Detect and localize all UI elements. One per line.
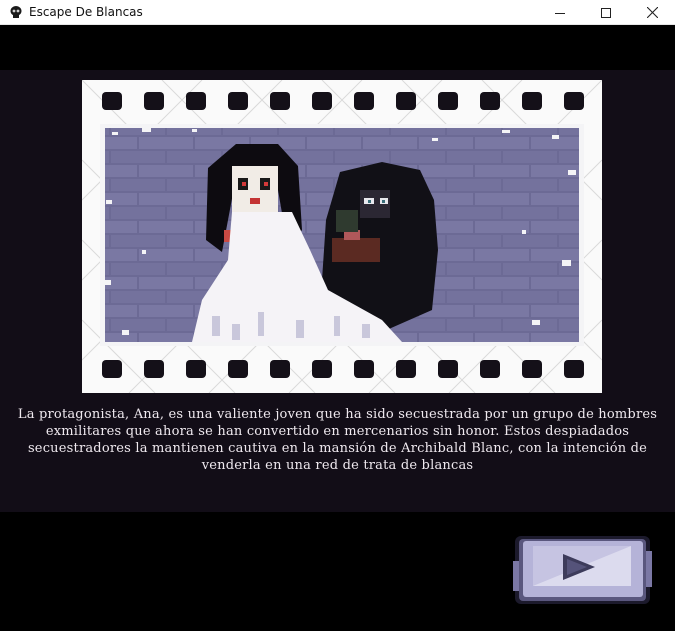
next-button[interactable] <box>511 533 654 607</box>
story-panel: La protagonista, Ana, es una valiente jo… <box>0 70 675 512</box>
game-canvas: La protagonista, Ana, es una valiente jo… <box>0 26 675 631</box>
film-holes-bottom <box>102 360 584 378</box>
window-controls <box>537 0 675 25</box>
story-text: La protagonista, Ana, es una valiente jo… <box>17 407 658 473</box>
window-titlebar: Escape De Blancas <box>0 0 675 25</box>
close-button[interactable] <box>629 0 675 25</box>
play-arrow-icon <box>513 536 652 604</box>
minimize-icon <box>555 12 565 14</box>
skull-app-icon <box>10 6 22 18</box>
close-icon <box>646 7 658 18</box>
top-letterbox <box>0 26 675 70</box>
window-title: Escape De Blancas <box>29 5 143 19</box>
scene-illustration <box>82 80 602 393</box>
film-frame <box>82 80 602 393</box>
maximize-button[interactable] <box>583 0 629 25</box>
maximize-icon <box>601 7 611 18</box>
minimize-button[interactable] <box>537 0 583 25</box>
